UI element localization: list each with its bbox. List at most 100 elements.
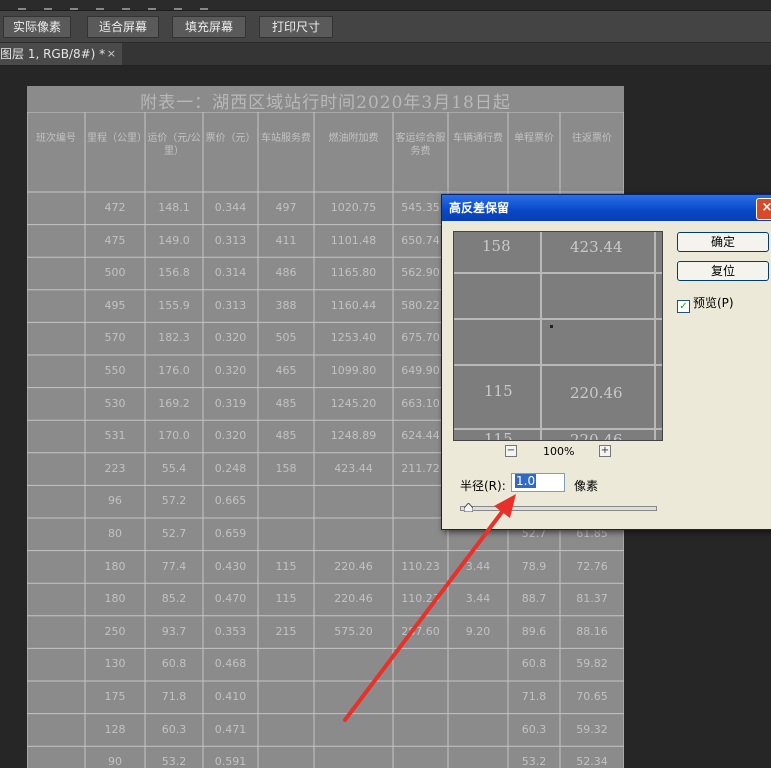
table-cell: 388 — [275, 298, 297, 312]
table-cell: 81.37 — [576, 592, 608, 606]
dialog-title: 高反差保留 — [449, 201, 510, 215]
table-header-cell: 里程（公里） — [87, 133, 147, 144]
table-cell: 495 — [104, 298, 126, 312]
table-cell: 148.1 — [158, 201, 190, 214]
fill-screen-button[interactable]: 填充屏幕 — [172, 16, 246, 38]
table-cell: 500 — [104, 266, 126, 280]
preview-zoom-controls: − 100% + — [453, 445, 661, 459]
table-cell: 531 — [104, 429, 126, 443]
table-header-cell: 班次编号 — [36, 133, 76, 144]
table-cell: 0.430 — [214, 559, 247, 573]
table-cell: 0.248 — [214, 461, 247, 475]
table-cell: 465 — [275, 364, 297, 377]
options-bar: 实际像素 适合屏幕 填充屏幕 打印尺寸 — [0, 11, 771, 43]
table-header-cell: 往返票价 — [572, 133, 612, 144]
table-cell: 85.2 — [161, 592, 187, 606]
table-cell: 0.471 — [214, 722, 247, 736]
checkmark-icon[interactable]: ✓ — [677, 300, 690, 313]
table-cell: 220.46 — [334, 592, 373, 606]
table-cell: 88.7 — [521, 592, 547, 606]
table-cell: 0.320 — [214, 429, 247, 443]
table-cell: 650.74 — [401, 233, 440, 247]
table-cell: 110.23 — [401, 592, 440, 606]
table-cell: 505 — [275, 331, 297, 345]
table-cell: 0.659 — [214, 527, 247, 540]
table-cell: 130 — [104, 657, 126, 671]
table-cell: 0.319 — [214, 396, 247, 410]
table-cell: 158 — [275, 461, 297, 475]
table-cell: 485 — [275, 429, 297, 443]
table-cell: 1245.20 — [330, 396, 377, 410]
table-cell: 88.16 — [576, 624, 608, 638]
table-cell: 156.8 — [158, 266, 190, 280]
table-cell: 60.8 — [161, 657, 187, 671]
table-cell: 169.2 — [158, 396, 190, 410]
filter-preview[interactable]: 158 423.44 115 220.46 115 220.46 — [453, 231, 663, 441]
table-cell: 250 — [104, 624, 126, 638]
table-cell: 71.8 — [521, 690, 547, 703]
radius-label: 半径(R): — [460, 479, 506, 493]
table-cell: 110.23 — [401, 559, 440, 573]
table-cell: 0.320 — [214, 364, 247, 377]
table-cell: 53.2 — [521, 755, 547, 768]
table-cell: 128 — [104, 722, 126, 736]
radius-unit: 像素 — [574, 479, 599, 493]
table-cell: 570 — [104, 331, 126, 345]
table-cell: 550 — [104, 364, 126, 377]
table-cell: 180 — [104, 592, 126, 606]
preview-value: 423.44 — [570, 238, 623, 256]
preview-checkbox-label: 预览(P) — [693, 296, 734, 310]
table-cell: 223 — [104, 461, 126, 475]
document-tab-bar: 图层 1, RGB/8#) * × — [0, 43, 771, 66]
dialog-title-bar[interactable]: 高反差保留 × — [442, 195, 771, 221]
document-tab[interactable]: 图层 1, RGB/8#) * × — [0, 43, 122, 65]
table-cell: 1020.75 — [330, 201, 377, 214]
table-cell: 176.0 — [158, 364, 190, 377]
table-cell: 3.44 — [465, 592, 491, 606]
table-cell: 411 — [275, 233, 297, 247]
table-cell: 0.353 — [214, 624, 247, 638]
table-cell: 1165.80 — [330, 266, 377, 280]
table-cell: 663.10 — [401, 396, 440, 410]
document-tab-title: 图层 1, RGB/8#) * — [0, 47, 106, 61]
table-cell: 60.3 — [521, 722, 547, 736]
print-size-button[interactable]: 打印尺寸 — [259, 16, 333, 38]
fit-screen-button[interactable]: 适合屏幕 — [87, 16, 159, 38]
table-cell: 580.22 — [401, 298, 440, 312]
table-cell: 90 — [108, 755, 122, 768]
preview-value: 115 — [484, 430, 513, 441]
table-cell: 52.34 — [576, 755, 608, 768]
close-icon[interactable]: × — [756, 198, 771, 220]
radius-slider-thumb[interactable] — [463, 503, 473, 512]
ok-button[interactable]: 确定 — [677, 232, 769, 252]
actual-pixels-button[interactable]: 实际像素 — [3, 16, 71, 38]
table-cell: 53.2 — [161, 755, 187, 768]
table-cell: 0.470 — [214, 592, 247, 606]
zoom-level: 100% — [543, 445, 575, 458]
table-header-cell: 票价（元） — [205, 133, 256, 144]
table-cell: 1101.48 — [330, 233, 377, 247]
close-icon[interactable]: × — [107, 43, 116, 65]
preview-checkbox[interactable]: ✓ 预览(P) — [677, 294, 734, 313]
table-cell: 59.82 — [576, 657, 608, 671]
preview-dot — [550, 325, 553, 328]
radius-slider-track[interactable] — [460, 506, 657, 511]
table-cell: 115 — [275, 592, 297, 606]
preview-value: 220.46 — [570, 431, 623, 441]
table-cell: 72.76 — [576, 559, 608, 573]
radius-input[interactable]: 1.0 — [511, 473, 565, 492]
table-cell: 497 — [275, 201, 297, 214]
table-cell: 1160.44 — [330, 298, 377, 312]
table-cell: 96 — [108, 494, 122, 508]
table-cell: 78.9 — [521, 559, 547, 573]
reset-button[interactable]: 复位 — [677, 261, 769, 281]
preview-value: 115 — [484, 382, 513, 400]
table-cell: 59.32 — [576, 722, 608, 736]
table-header-cell: 运价（元/公里） — [147, 133, 201, 157]
table-cell: 170.0 — [158, 429, 190, 443]
table-cell: 55.4 — [161, 461, 187, 475]
zoom-out-button[interactable]: − — [505, 445, 517, 457]
table-cell: 89.6 — [521, 624, 547, 638]
table-cell: 1099.80 — [330, 364, 377, 377]
zoom-in-button[interactable]: + — [599, 445, 611, 457]
